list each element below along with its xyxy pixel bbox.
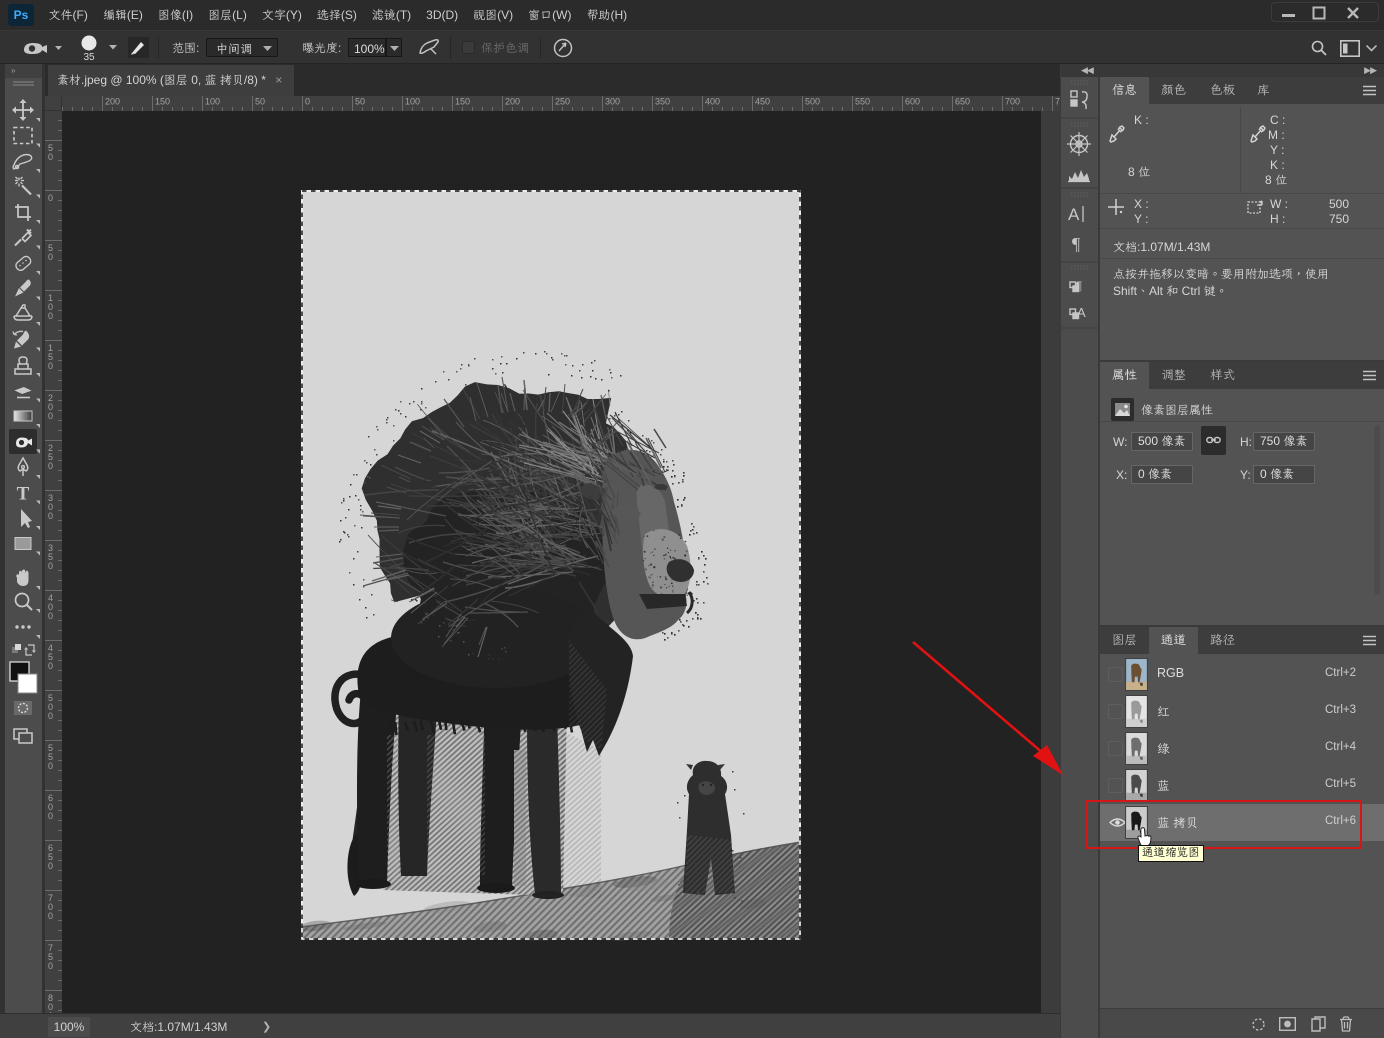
svg-text:350: 350 (655, 97, 670, 107)
svg-text:0: 0 (48, 152, 53, 162)
svg-text:0: 0 (48, 611, 53, 621)
svg-text:0: 0 (48, 361, 53, 371)
svg-text:0: 0 (48, 193, 53, 203)
svg-text:300: 300 (605, 97, 620, 107)
svg-text:500: 500 (805, 97, 820, 107)
svg-text:700: 700 (1005, 97, 1020, 107)
svg-text:100: 100 (405, 97, 420, 107)
svg-text:0: 0 (48, 861, 53, 871)
svg-text:A: A (1068, 205, 1080, 224)
svg-text:0: 0 (305, 97, 310, 107)
svg-text:0: 0 (48, 511, 53, 521)
svg-text:150: 150 (455, 97, 470, 107)
svg-text:0: 0 (48, 311, 53, 321)
svg-text:¶: ¶ (1072, 234, 1080, 254)
svg-text:0: 0 (48, 961, 53, 971)
svg-text:0: 0 (48, 761, 53, 771)
svg-text:200: 200 (505, 97, 520, 107)
svg-text:250: 250 (555, 97, 570, 107)
svg-text:200: 200 (105, 97, 120, 107)
svg-text:50: 50 (355, 97, 365, 107)
svg-text:T: T (17, 484, 30, 505)
svg-text:50: 50 (255, 97, 265, 107)
svg-text:550: 550 (855, 97, 870, 107)
svg-text:600: 600 (905, 97, 920, 107)
svg-text:0: 0 (48, 561, 53, 571)
svg-text:0: 0 (48, 911, 53, 921)
svg-text:0: 0 (48, 711, 53, 721)
svg-text:0: 0 (48, 811, 53, 821)
svg-text:400: 400 (705, 97, 720, 107)
svg-text:650: 650 (955, 97, 970, 107)
svg-text:150: 150 (155, 97, 170, 107)
svg-text:0: 0 (48, 661, 53, 671)
svg-text:450: 450 (755, 97, 770, 107)
svg-text:0: 0 (48, 411, 53, 421)
svg-text:35: 35 (83, 52, 95, 62)
svg-text:0: 0 (48, 252, 53, 262)
svg-text:0: 0 (48, 461, 53, 471)
svg-text:100: 100 (205, 97, 220, 107)
